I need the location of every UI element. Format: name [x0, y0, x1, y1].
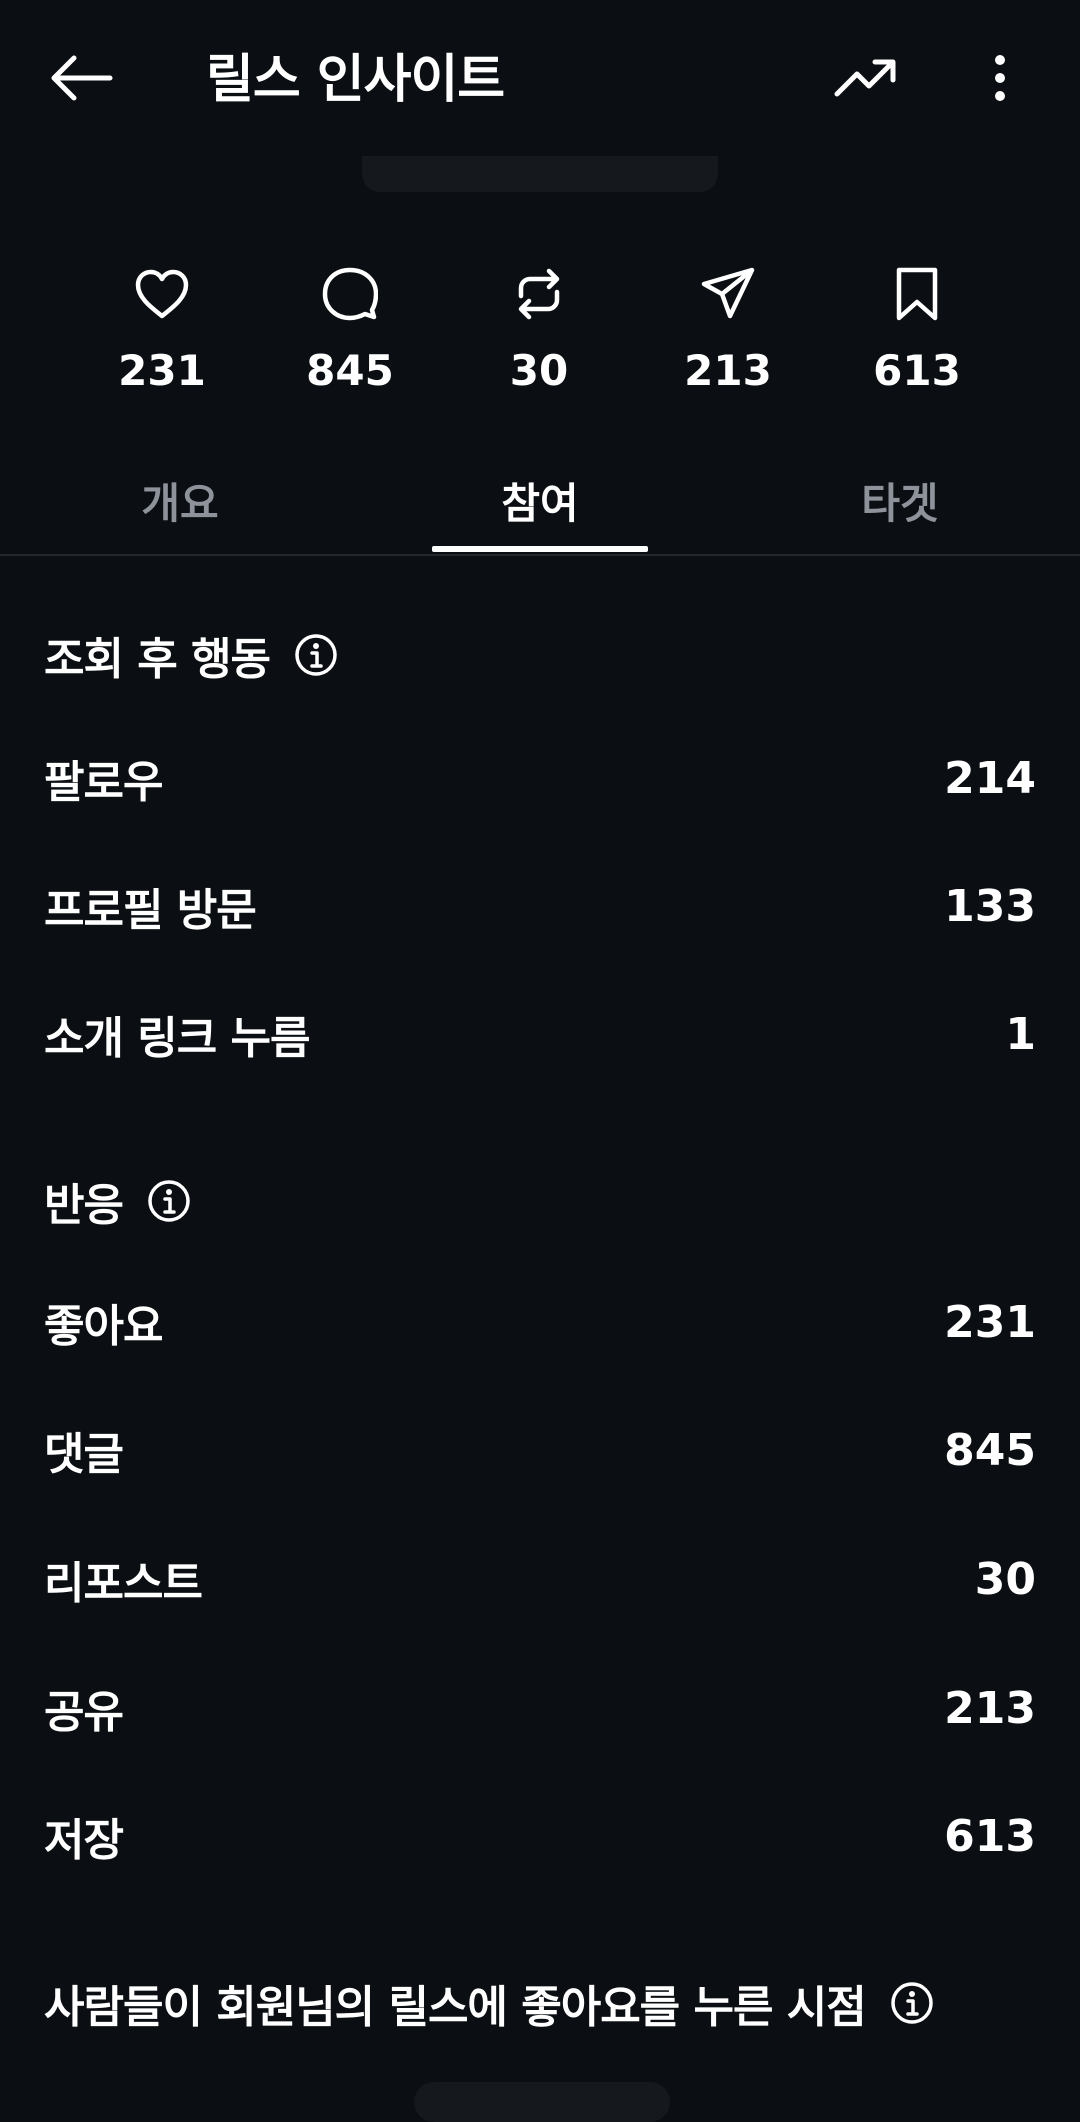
metric-value: 30: [974, 1553, 1036, 1605]
info-icon[interactable]: [294, 633, 338, 677]
metric-value: 231: [944, 1296, 1036, 1348]
stat-shares-value: 213: [684, 346, 772, 395]
share-icon: [700, 262, 756, 326]
metric-row-follows: 팔로우 214: [44, 738, 1036, 818]
bookmark-icon: [895, 262, 939, 326]
metric-label: 좋아요: [44, 1301, 163, 1352]
metric-row-profile-visits: 프로필 방문 133: [44, 866, 1036, 946]
tab-overview[interactable]: 개요: [60, 446, 300, 554]
repost-icon: [515, 262, 563, 326]
stat-saves-value: 613: [873, 346, 961, 395]
stat-comments-value: 845: [306, 346, 394, 395]
metric-row-comments: 댓글 845: [44, 1410, 1036, 1490]
more-options-button[interactable]: [970, 44, 1030, 116]
metric-value: 214: [944, 752, 1036, 804]
trend-button[interactable]: [826, 44, 906, 116]
tab-engagement[interactable]: 참여: [420, 446, 660, 554]
stat-reposts: 30: [459, 262, 619, 412]
active-tab-indicator: [432, 546, 648, 552]
trending-up-icon: [833, 56, 899, 104]
heart-icon: [134, 262, 190, 326]
comment-icon: [322, 262, 378, 326]
metric-label: 공유: [44, 1687, 124, 1738]
stat-likes-value: 231: [118, 346, 206, 395]
metric-value: 845: [944, 1424, 1036, 1476]
metric-label: 저장: [44, 1815, 124, 1866]
more-vertical-icon: [994, 54, 1006, 106]
metric-row-saves: 저장 613: [44, 1796, 1036, 1876]
section-title: 조회 후 행동: [44, 634, 271, 685]
metric-row-shares: 공유 213: [44, 1668, 1036, 1748]
metric-label: 소개 링크 누름: [44, 1013, 311, 1064]
reactions-heading: 반응: [44, 1166, 191, 1236]
stat-comments: 845: [270, 262, 430, 412]
likes-timing-heading: 사람들이 회원님의 릴스에 좋아요를 누른 시점: [44, 1968, 934, 2038]
info-icon[interactable]: [890, 1981, 934, 2025]
metric-value: 133: [944, 880, 1036, 932]
metric-label: 팔로우: [44, 757, 163, 808]
metric-row-reposts: 리포스트 30: [44, 1539, 1036, 1619]
engagement-stats: 231 845 30 213 613: [0, 262, 1080, 412]
metric-label: 리포스트: [44, 1558, 203, 1609]
post-view-actions-heading: 조회 후 행동: [44, 620, 338, 690]
metric-value: 213: [944, 1682, 1036, 1734]
metric-value: 1: [1005, 1008, 1036, 1060]
reel-thumbnail[interactable]: [362, 156, 718, 192]
metric-label: 댓글: [44, 1429, 124, 1480]
metric-row-bio-link-taps: 소개 링크 누름 1: [44, 994, 1036, 1074]
stat-reposts-value: 30: [509, 346, 569, 395]
metric-value: 613: [944, 1810, 1036, 1862]
page-title: 릴스 인사이트: [206, 50, 505, 110]
top-bar: 릴스 인사이트: [0, 0, 1080, 160]
metric-label: 프로필 방문: [44, 885, 257, 936]
arrow-left-icon: [48, 54, 114, 106]
chart-toggle-pill[interactable]: [414, 2082, 670, 2122]
info-icon[interactable]: [147, 1179, 191, 1223]
stat-saves: 613: [837, 262, 997, 412]
stat-likes: 231: [82, 262, 242, 412]
section-title: 반응: [44, 1180, 124, 1231]
metric-row-likes: 좋아요 231: [44, 1282, 1036, 1362]
section-title: 사람들이 회원님의 릴스에 좋아요를 누른 시점: [44, 1982, 867, 2033]
tab-audience[interactable]: 타겟: [780, 446, 1020, 554]
stat-shares: 213: [648, 262, 808, 412]
insight-tabs: 개요 참여 타겟: [0, 446, 1080, 556]
back-button[interactable]: [40, 44, 122, 116]
